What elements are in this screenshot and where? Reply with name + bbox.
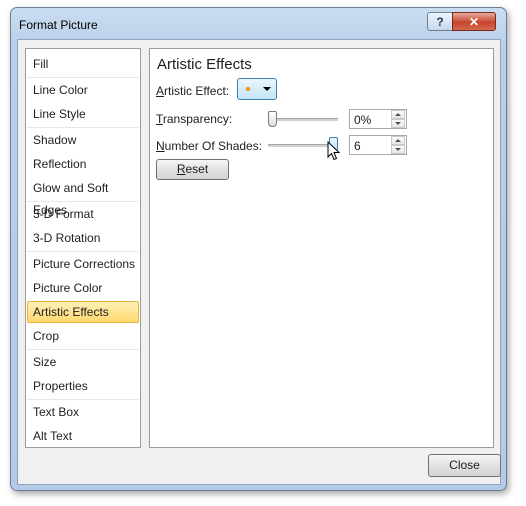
chevron-down-icon — [263, 87, 271, 91]
arrow-up-icon — [395, 139, 401, 142]
nav-item-3d-format[interactable]: 3-D Format — [27, 203, 139, 225]
transparency-spinner[interactable]: 0% — [349, 109, 407, 129]
shades-value: 6 — [354, 139, 361, 153]
nav-item-properties[interactable]: Properties — [27, 375, 139, 397]
category-list: Fill Line Color Line Style Shadow Reflec… — [25, 48, 141, 448]
window-title: Format Picture — [19, 18, 98, 32]
transparency-increase-button[interactable] — [391, 110, 405, 119]
close-button[interactable]: Close — [428, 454, 501, 477]
nav-item-picture-corrections[interactable]: Picture Corrections — [27, 253, 139, 275]
arrow-down-icon — [395, 122, 401, 125]
nav-item-3d-rotation[interactable]: 3-D Rotation — [27, 227, 139, 249]
artistic-effect-dropdown[interactable] — [237, 78, 277, 100]
artistic-effect-label: Artistic Effect: — [156, 84, 229, 98]
nav-item-crop[interactable]: Crop — [27, 325, 139, 347]
transparency-slider-thumb[interactable] — [268, 111, 277, 127]
artistic-effect-label-key: A — [156, 84, 165, 98]
transparency-slider-track[interactable] — [268, 118, 338, 122]
nav-item-text-box[interactable]: Text Box — [27, 401, 139, 423]
nav-item-alt-text[interactable]: Alt Text — [27, 425, 139, 447]
panel-title: Artistic Effects — [157, 56, 252, 73]
paint-dot-icon — [246, 87, 250, 91]
nav-separator — [27, 349, 139, 350]
reset-button[interactable]: Reset — [156, 159, 229, 180]
reset-label-text: eset — [185, 162, 209, 176]
nav-item-size[interactable]: Size — [27, 351, 139, 373]
transparency-decrease-button[interactable] — [391, 119, 405, 128]
shades-spin-buttons — [391, 136, 406, 154]
nav-item-glow-soft-edges[interactable]: Glow and Soft Edges — [27, 177, 139, 217]
shades-decrease-button[interactable] — [391, 145, 405, 154]
transparency-label: Transparency: — [156, 112, 232, 126]
arrow-up-icon — [395, 113, 401, 116]
nav-item-fill[interactable]: Fill — [27, 53, 139, 75]
artistic-effects-panel: Artistic Effects Artistic Effect: Transp… — [149, 48, 494, 448]
nav-separator — [27, 251, 139, 252]
dialog-client-area: Fill Line Color Line Style Shadow Reflec… — [17, 39, 501, 485]
nav-item-reflection[interactable]: Reflection — [27, 153, 139, 175]
transparency-label-key: T — [156, 112, 163, 126]
nav-separator — [27, 127, 139, 128]
nav-item-shadow[interactable]: Shadow — [27, 129, 139, 151]
transparency-label-text: ransparency: — [162, 112, 233, 126]
transparency-value: 0% — [354, 113, 372, 127]
nav-item-picture-color[interactable]: Picture Color — [27, 277, 139, 299]
shades-label: Number Of Shades: — [156, 139, 262, 153]
nav-item-artistic-effects[interactable]: Artistic Effects — [27, 301, 139, 323]
help-button[interactable]: ? — [427, 12, 453, 31]
artistic-effect-label-text: rtistic Effect: — [164, 84, 230, 98]
shades-spinner[interactable]: 6 — [349, 135, 407, 155]
shades-label-text: umber Of Shades: — [164, 139, 263, 153]
shades-increase-button[interactable] — [391, 136, 405, 145]
nav-item-line-style[interactable]: Line Style — [27, 103, 139, 125]
mouse-pointer-icon — [327, 141, 341, 161]
nav-separator — [27, 201, 139, 202]
nav-separator — [27, 77, 139, 78]
arrow-down-icon — [395, 148, 401, 151]
nav-separator — [27, 399, 139, 400]
format-picture-dialog: Format Picture ? ✕ Fill Line Color Line … — [10, 7, 507, 491]
transparency-spin-buttons — [391, 110, 406, 128]
shades-label-key: N — [156, 139, 165, 153]
window-close-button[interactable]: ✕ — [452, 12, 496, 31]
nav-item-line-color[interactable]: Line Color — [27, 79, 139, 101]
